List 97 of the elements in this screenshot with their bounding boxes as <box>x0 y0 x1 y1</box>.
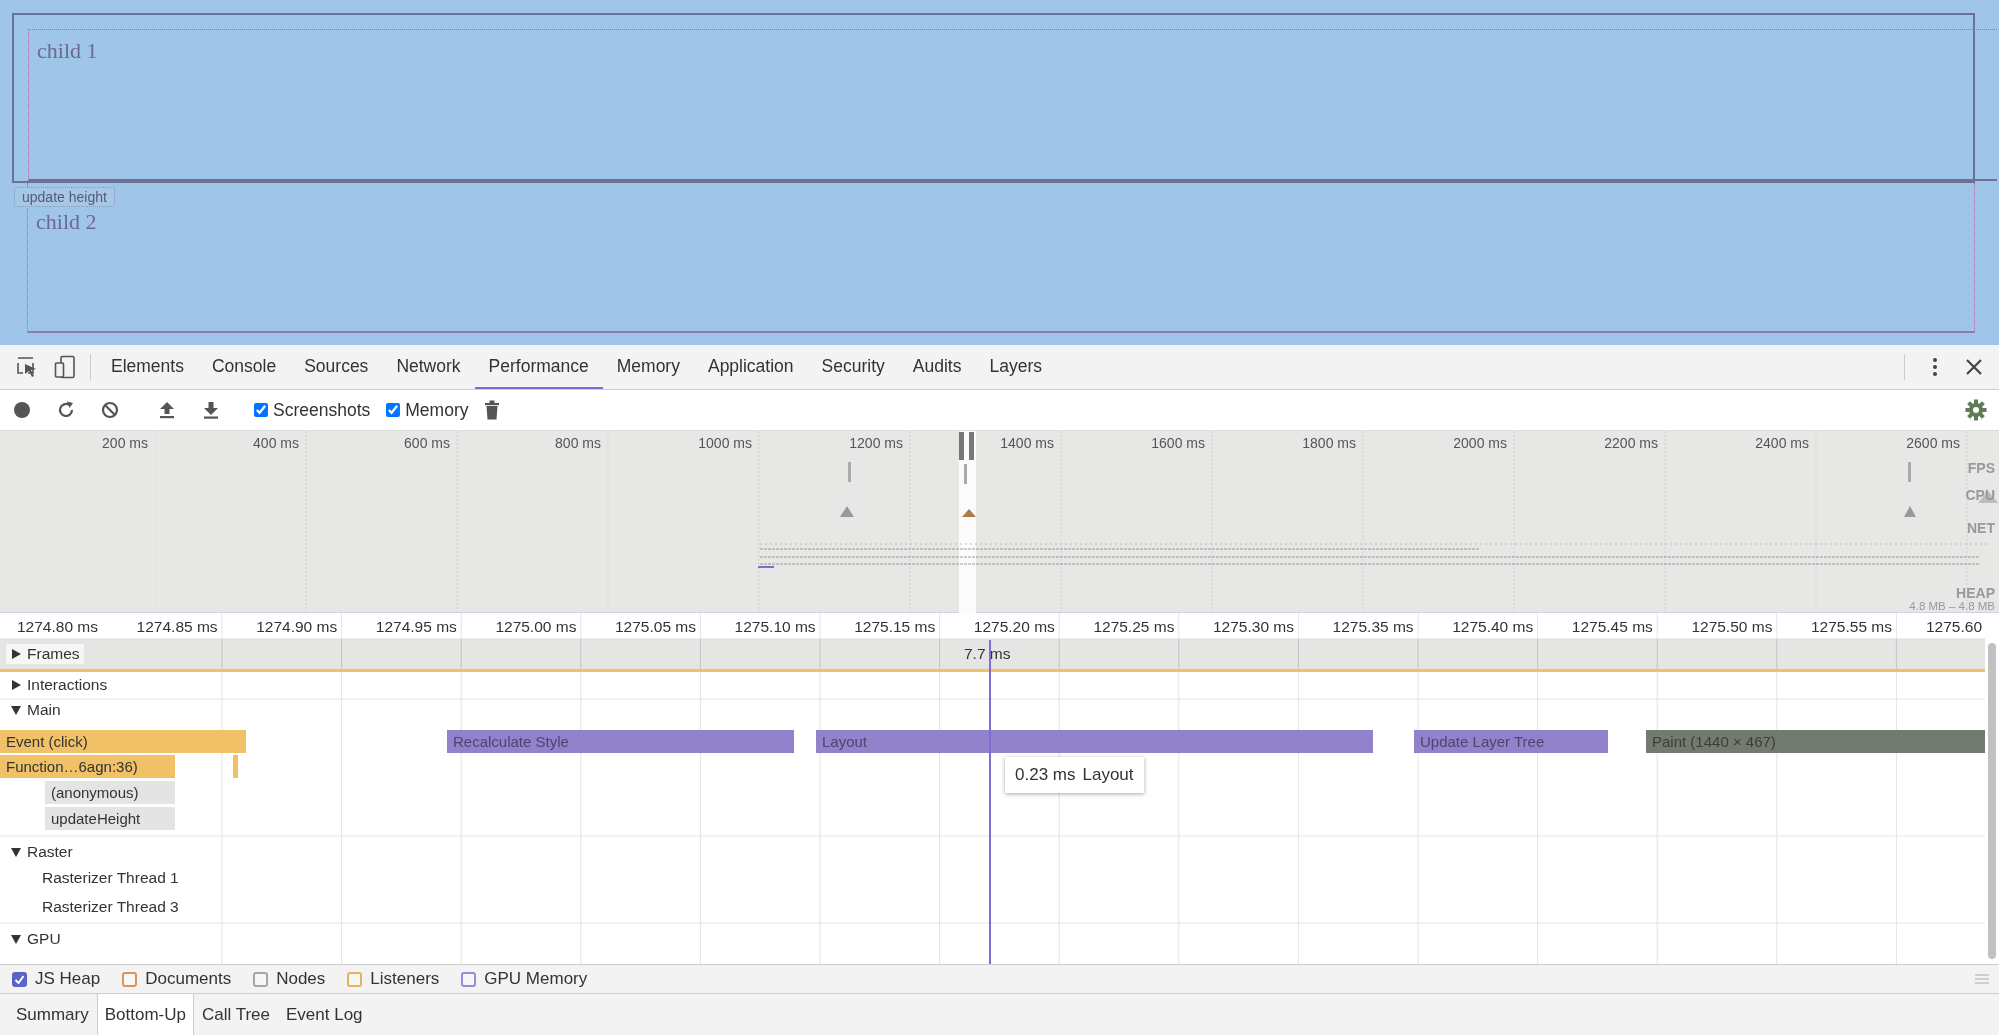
collapse-triangle-icon[interactable] <box>10 933 22 945</box>
time-label: 1600 ms <box>1151 434 1205 453</box>
call-stack-entry[interactable]: (anonymous) <box>45 781 175 804</box>
heap-range: 4.8 MB – 4.8 MB <box>1909 599 1995 614</box>
record-icon[interactable] <box>13 401 31 419</box>
time-label: 800 ms <box>555 434 601 453</box>
legend-checkbox[interactable] <box>253 971 269 987</box>
time-label: 1275.40 ms <box>1452 617 1534 637</box>
clear-icon[interactable] <box>101 401 119 419</box>
inspect-icon[interactable] <box>16 356 38 378</box>
script-event-bar[interactable]: Event (click) <box>0 730 246 753</box>
call-stack-entry[interactable]: updateHeight <box>45 807 175 830</box>
devtools-tab[interactable]: Layers <box>975 345 1056 389</box>
checkbox-label: Screenshots <box>273 398 371 422</box>
collapse-triangle-icon[interactable] <box>10 704 22 716</box>
time-label: 1275.30 ms <box>1213 617 1294 637</box>
track-label: Interactions <box>27 675 108 695</box>
panel-tab[interactable]: Event Log <box>278 994 371 1035</box>
devtools-tab[interactable]: Network <box>382 345 475 389</box>
time-label: 1800 ms <box>1302 434 1356 453</box>
track-label: GPU <box>27 929 61 949</box>
thread-label: Rasterizer Thread 1 <box>42 868 179 888</box>
devtools-tab[interactable]: Elements <box>97 345 198 389</box>
settings-icon[interactable] <box>1965 399 1987 421</box>
time-label: 1275.00 ms <box>495 617 577 637</box>
time-label: 400 ms <box>253 434 299 453</box>
checkbox[interactable] <box>386 403 401 417</box>
track-label: Main <box>27 700 61 720</box>
time-label: 1274.80 ms <box>17 617 98 637</box>
tooltip-label: Layout <box>1082 764 1134 786</box>
script-event-bar[interactable]: Function…6agn:36) <box>0 755 175 778</box>
time-label: 1274.90 ms <box>256 617 338 637</box>
checkbox[interactable] <box>254 403 268 417</box>
scrollbar[interactable] <box>1988 643 1996 959</box>
checkbox-label: Memory <box>405 398 469 422</box>
time-label: 1200 ms <box>849 434 903 453</box>
legend-label: Listeners <box>370 968 440 991</box>
legend-checkbox[interactable] <box>461 971 477 987</box>
track-label: CPU <box>1965 486 1995 505</box>
devtools-tab[interactable]: Console <box>197 345 291 389</box>
devtools-tab[interactable]: Application <box>693 345 808 389</box>
time-label: 1275.05 ms <box>615 617 696 637</box>
legend-label: Documents <box>145 968 232 991</box>
legend-label: Nodes <box>276 968 326 991</box>
legend-checkbox[interactable] <box>12 971 27 987</box>
frame-duration: 7.7 ms <box>964 644 1011 664</box>
close-icon[interactable] <box>1965 358 1983 376</box>
time-label: 1274.95 ms <box>375 617 457 637</box>
track-label: HEAP <box>1956 584 1995 602</box>
update-height-button[interactable]: update height <box>14 187 115 207</box>
time-label: 1275.35 ms <box>1332 617 1414 637</box>
time-label: 1275.20 ms <box>973 617 1055 637</box>
panel-tab[interactable]: Bottom-Up <box>96 994 194 1035</box>
track-label: NET <box>1967 519 1995 538</box>
box-label: child 1 <box>37 38 98 63</box>
download-icon[interactable] <box>203 401 219 419</box>
box-label: child 2 <box>36 209 97 234</box>
legend-label: GPU Memory <box>484 968 588 991</box>
legend-checkbox[interactable] <box>122 971 138 987</box>
trash-icon[interactable] <box>484 400 501 420</box>
time-label: 1400 ms <box>1000 434 1054 453</box>
time-label: 1274.85 ms <box>136 617 218 637</box>
time-label: 200 ms <box>102 434 148 453</box>
device-icon[interactable] <box>54 355 76 379</box>
tooltip-duration: 0.23 ms <box>1015 764 1076 786</box>
time-label: 1275.25 ms <box>1093 617 1175 637</box>
time-label: 2400 ms <box>1755 434 1809 453</box>
time-label: 1275.10 ms <box>734 617 816 637</box>
panel-tab[interactable]: Summary <box>8 994 97 1035</box>
upload-icon[interactable] <box>159 401 175 419</box>
track-label: FPS <box>1967 459 1995 478</box>
panel-tab[interactable]: Call Tree <box>194 994 278 1035</box>
time-label: 1275.45 ms <box>1571 617 1653 637</box>
time-label: 1275.55 ms <box>1811 617 1892 637</box>
expand-triangle-icon[interactable] <box>10 679 22 691</box>
time-label: 2200 ms <box>1604 434 1658 453</box>
time-label: 600 ms <box>404 434 450 453</box>
devtools-tab[interactable]: Sources <box>290 345 383 389</box>
collapse-triangle-icon[interactable] <box>10 846 22 858</box>
time-label: 1000 ms <box>698 434 752 453</box>
legend-checkbox[interactable] <box>347 971 363 987</box>
devtools-tab[interactable]: Audits <box>898 345 976 389</box>
time-label: 2000 ms <box>1453 434 1507 453</box>
thread-label: Rasterizer Thread 3 <box>42 897 179 917</box>
time-label: 1275.15 ms <box>854 617 936 637</box>
devtools-tab[interactable]: Memory <box>602 345 694 389</box>
time-label: 2600 ms <box>1906 434 1960 453</box>
track-label: Raster <box>27 842 73 862</box>
track-label: Frames <box>27 644 80 664</box>
expand-triangle-icon[interactable] <box>10 648 22 660</box>
time-label: 1275.60 <box>1925 617 1982 637</box>
devtools-tab[interactable]: Security <box>807 345 899 389</box>
selection-window[interactable] <box>959 431 976 613</box>
reload-icon[interactable] <box>57 401 75 419</box>
time-label: 1275.50 ms <box>1691 617 1773 637</box>
legend-label: JS Heap <box>35 968 101 991</box>
drag-handle-icon[interactable] <box>1975 974 1989 984</box>
